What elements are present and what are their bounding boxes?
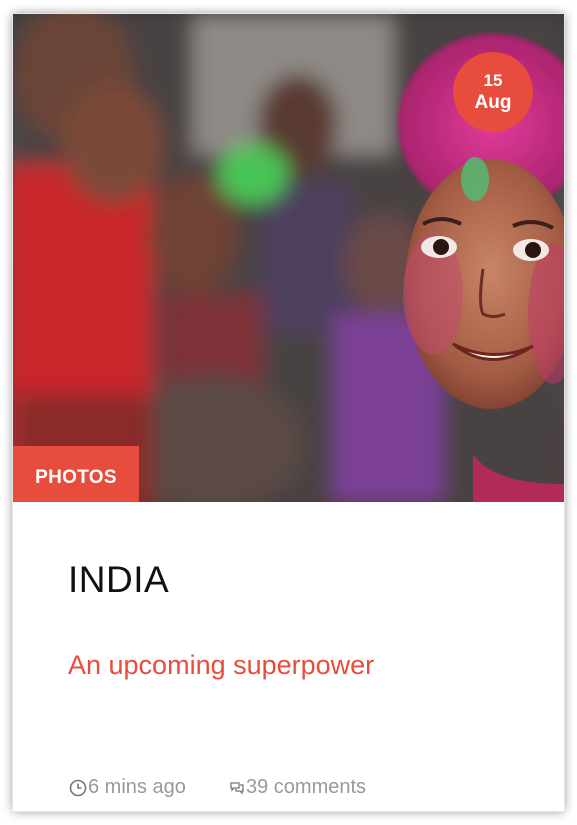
clock-icon: [69, 779, 87, 796]
date-badge: 15 Aug: [453, 52, 533, 132]
post-comments-text[interactable]: 39 comments: [246, 776, 366, 799]
post-time-text: 6 mins ago: [88, 776, 186, 798]
comments-icon: [230, 781, 244, 795]
post-photo[interactable]: 15 Aug PHOTOS: [13, 14, 564, 502]
post-title[interactable]: INDIA: [68, 559, 169, 601]
category-tag[interactable]: PHOTOS: [13, 446, 139, 502]
date-day: 15: [483, 71, 503, 90]
date-month: Aug: [474, 92, 512, 113]
post-subtitle[interactable]: An upcoming superpower: [68, 650, 374, 681]
post-card[interactable]: 15 Aug PHOTOS INDIA An upcoming superpow…: [13, 14, 564, 811]
post-comments[interactable]: 39 comments: [229, 776, 366, 799]
post-time: 6 mins ago: [69, 776, 186, 799]
